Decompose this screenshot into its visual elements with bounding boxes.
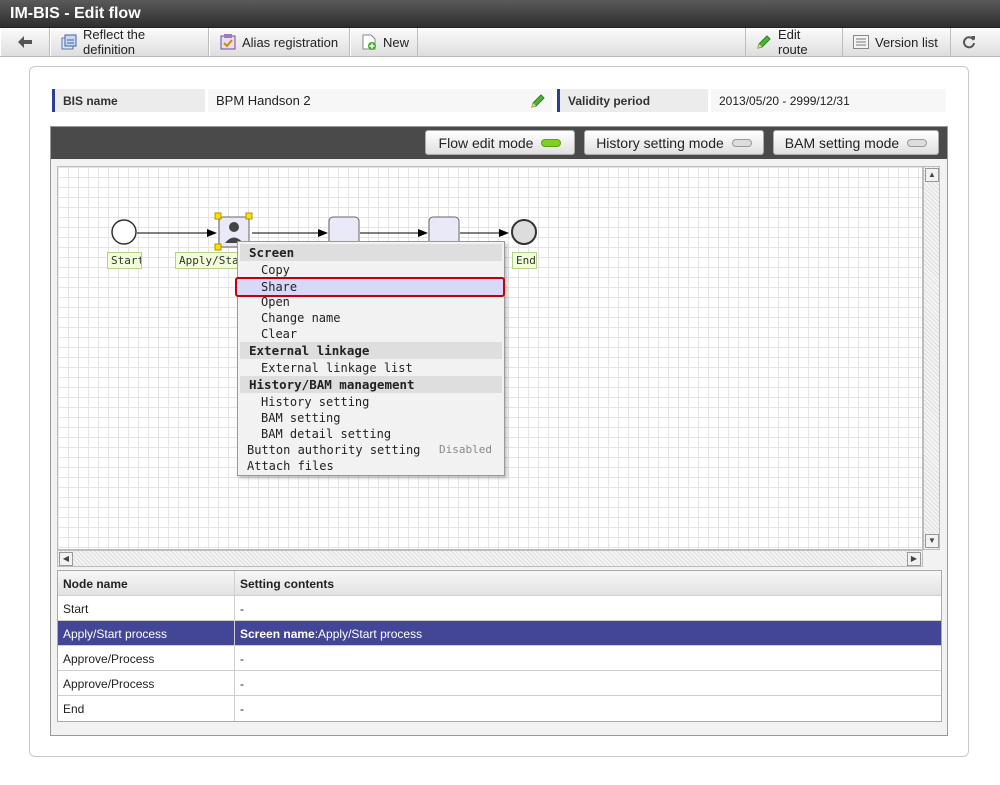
menu-header-history-bam: History/BAM management	[240, 376, 502, 393]
table-header-row: Node name Setting contents	[58, 571, 941, 596]
node-name-cell: Start	[58, 596, 235, 620]
node-name-cell: Approve/Process	[58, 671, 235, 695]
scroll-down-arrow-icon[interactable]: ▼	[925, 534, 939, 548]
menu-item-bam-setting[interactable]: BAM setting	[238, 410, 504, 426]
start-node-label: Start	[107, 252, 142, 269]
end-node-label: End	[512, 252, 537, 269]
table-row[interactable]: Approve/Process -	[58, 646, 941, 671]
scroll-left-arrow-icon[interactable]: ◀	[59, 552, 73, 566]
horizontal-scrollbar[interactable]: ◀ ▶	[57, 550, 923, 567]
menu-item-open[interactable]: Open	[238, 294, 504, 310]
user-icon	[229, 222, 239, 232]
node-name-cell: End	[58, 696, 235, 721]
node-name-cell: Apply/Start process	[58, 621, 235, 645]
table-row[interactable]: Approve/Process -	[58, 671, 941, 696]
apply-node-label: Apply/Start process	[175, 252, 240, 269]
node-settings-table: Node name Setting contents Start - Apply…	[57, 570, 942, 722]
menu-header-external-linkage: External linkage	[240, 342, 502, 359]
table-row[interactable]: End -	[58, 696, 941, 721]
scroll-right-arrow-icon[interactable]: ▶	[907, 552, 921, 566]
setting-contents-cell: -	[240, 602, 244, 616]
menu-item-change-name[interactable]: Change name	[238, 310, 504, 326]
vertical-scrollbar[interactable]: ▲ ▼	[923, 166, 940, 550]
end-node[interactable]	[511, 219, 537, 245]
button-authority-status: Disabled	[439, 443, 492, 456]
context-menu: Screen Copy Share Open Change name Clear…	[235, 241, 505, 476]
setting-contents-cell: -	[240, 677, 244, 691]
setting-contents-cell: -	[240, 702, 244, 716]
node-name-cell: Approve/Process	[58, 646, 235, 670]
column-header-node-name: Node name	[58, 571, 235, 595]
table-row[interactable]: Start -	[58, 596, 941, 621]
setting-contents-cell: -	[240, 652, 244, 666]
menu-item-attach-files[interactable]: Attach files	[238, 458, 504, 474]
menu-header-screen: Screen	[240, 244, 502, 261]
menu-item-bam-detail-setting[interactable]: BAM detail setting	[238, 426, 504, 442]
button-authority-label: Button authority setting	[247, 443, 421, 457]
menu-item-copy[interactable]: Copy	[238, 262, 504, 278]
setting-contents-cell: Screen name:Apply/Start process	[235, 621, 941, 645]
menu-item-clear[interactable]: Clear	[238, 326, 504, 342]
table-row-selected[interactable]: Apply/Start process Screen name:Apply/St…	[58, 621, 941, 646]
menu-item-external-linkage-list[interactable]: External linkage list	[238, 360, 504, 376]
start-node[interactable]	[111, 219, 137, 245]
column-header-setting-contents: Setting contents	[240, 577, 335, 591]
menu-item-history-setting[interactable]: History setting	[238, 394, 504, 410]
menu-item-button-authority-setting[interactable]: Button authority setting Disabled	[238, 442, 504, 458]
scroll-up-arrow-icon[interactable]: ▲	[925, 168, 939, 182]
setting-value: :Apply/Start process	[314, 627, 423, 641]
setting-key: Screen name	[240, 627, 315, 641]
